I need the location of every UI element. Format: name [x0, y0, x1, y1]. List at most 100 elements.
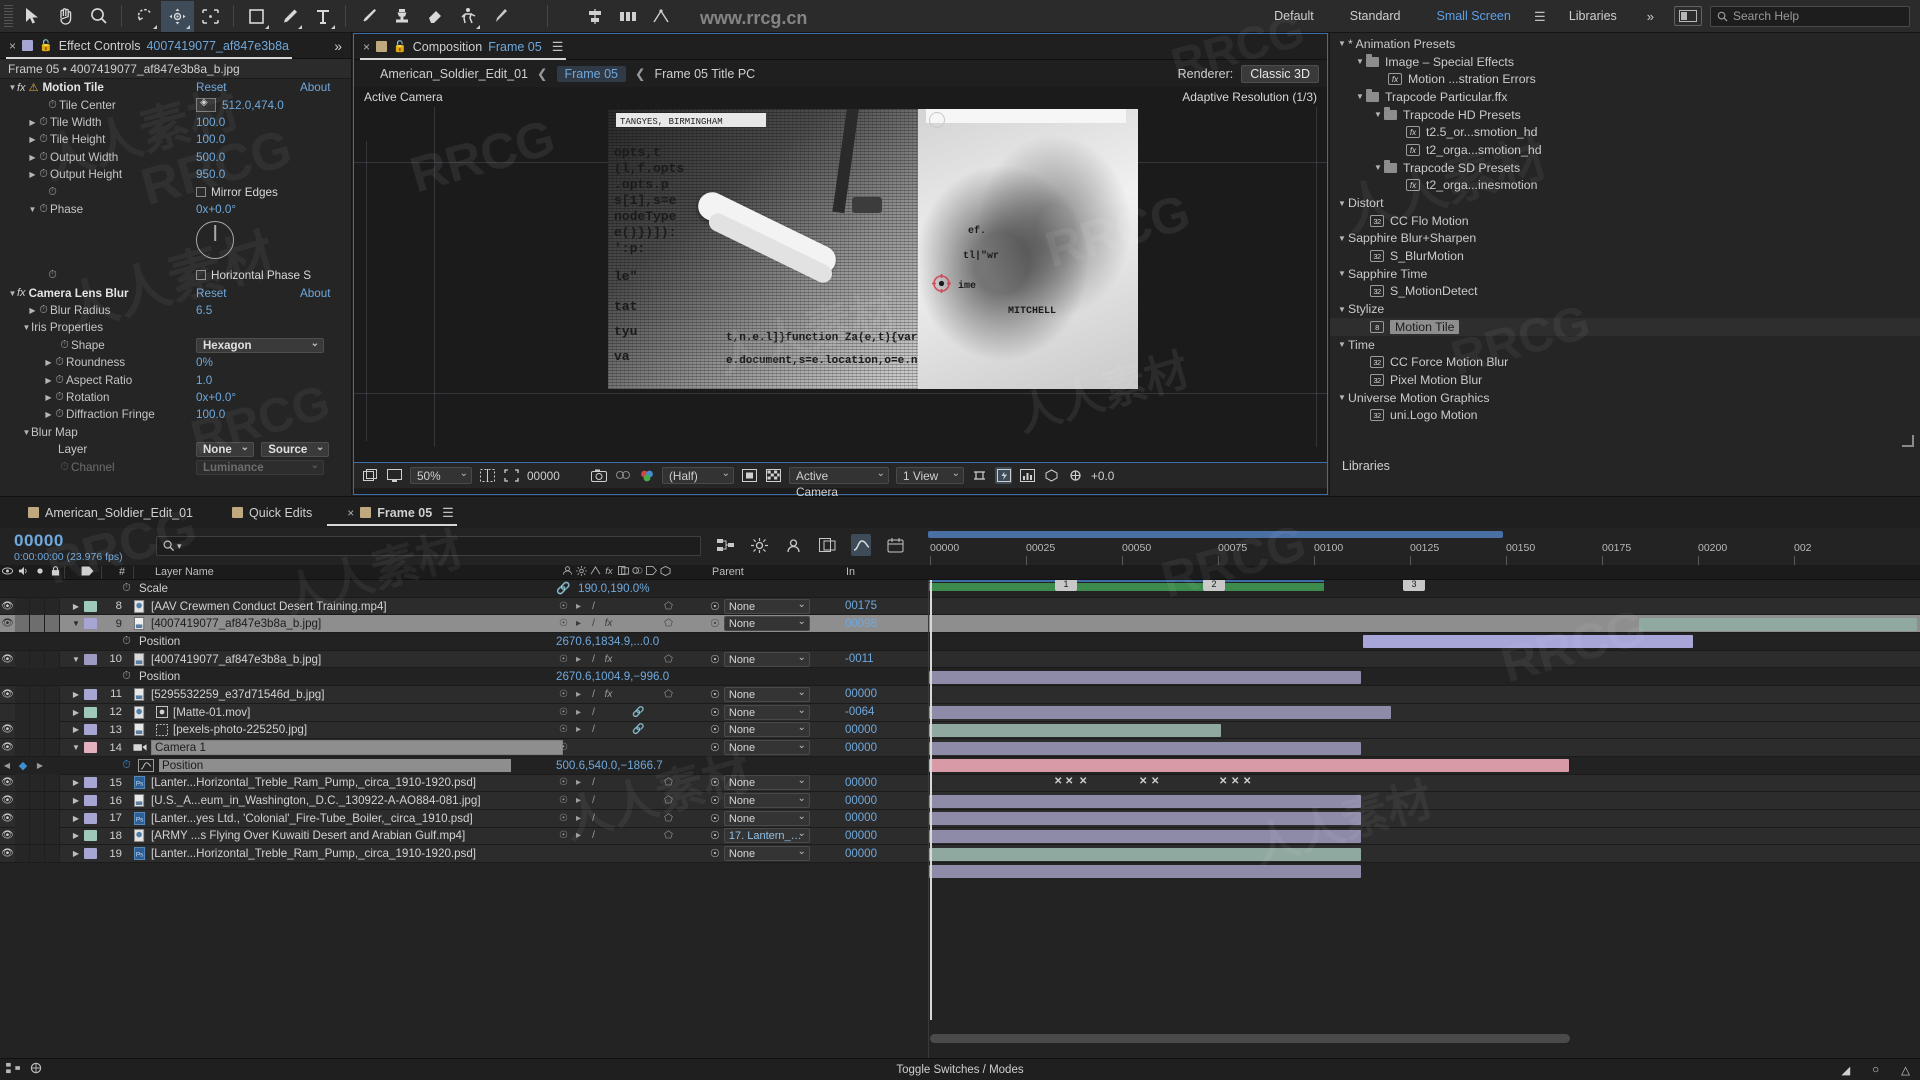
parent-control[interactable]: ☉ None — [710, 651, 810, 667]
comp-marker[interactable]: 1 — [1055, 580, 1077, 591]
workspace-small-screen[interactable]: Small Screen — [1418, 0, 1528, 33]
property-horizontal-phase-shift[interactable]: ⏱ Horizontal Phase S — [0, 267, 351, 284]
in-point[interactable]: 00175 — [845, 600, 877, 612]
property-value[interactable]: 0x+0.0° — [196, 391, 236, 404]
layer-color-swatch[interactable] — [84, 795, 97, 807]
property-value[interactable]: 100.0 — [196, 408, 225, 421]
switch-3d[interactable]: ⬠ — [661, 795, 676, 806]
switch-collapse[interactable]: ▸ — [571, 654, 586, 665]
zoom-out-icon[interactable]: ◢ — [1841, 1063, 1850, 1077]
screen-mode-icon[interactable] — [1674, 6, 1702, 26]
switch-quality[interactable]: / — [586, 601, 601, 612]
exposure-value[interactable]: +0.0 — [1091, 469, 1114, 483]
ep-effect-motion-tile[interactable]: 8 Motion Tile — [1330, 318, 1920, 336]
layer-switches[interactable]: ☉ ▸ / ⬠ — [556, 795, 676, 806]
property-tile-height[interactable]: ▶ ⏱ Tile Height 100.0 — [0, 131, 351, 148]
switch-collapse[interactable]: ▸ — [571, 724, 586, 735]
pickwhip-icon[interactable]: ☉ — [710, 688, 720, 701]
switch-collapse[interactable]: ▸ — [571, 795, 586, 806]
view-camera-dropdown[interactable]: Active Camera — [789, 466, 889, 499]
keyframe-track[interactable]: ✕ ✕ ✕ ✕ ✕ ✕ ✕ ✕ — [929, 775, 1920, 793]
switch-shy[interactable]: ☉ — [556, 795, 571, 806]
viewer-timecode[interactable]: 00000 — [527, 469, 583, 483]
video-toggle-icon[interactable]: 👁 — [0, 724, 15, 735]
property-value[interactable]: 2670.6,1004.9,−996.0 — [556, 670, 669, 683]
grid-guides-icon[interactable] — [479, 467, 496, 484]
video-toggle-icon[interactable]: 👁 — [0, 742, 15, 753]
ep-effect-s-blurmotion[interactable]: 32 S_BlurMotion — [1330, 247, 1920, 265]
disclosure-triangle-icon[interactable]: ▼ — [1336, 340, 1348, 349]
pickwhip-icon[interactable]: ☉ — [710, 829, 720, 842]
keyframe-toggle-icon[interactable]: ◆ — [14, 759, 32, 772]
disclosure-triangle-icon[interactable]: ▼ — [1372, 163, 1384, 172]
layer-color-swatch[interactable] — [84, 742, 97, 754]
pixel-aspect-correction-icon[interactable] — [971, 467, 988, 484]
disclosure-triangle-icon[interactable]: ▼ — [22, 428, 31, 437]
layer-name[interactable]: [ARMY ...s Flying Over Kuwaiti Desert an… — [151, 829, 465, 842]
disclosure-triangle-icon[interactable]: ▼ — [1336, 269, 1348, 278]
switch-3d[interactable]: ⬠ — [661, 601, 676, 612]
col-number[interactable]: # — [111, 566, 133, 578]
layer-name[interactable]: Camera 1 — [151, 740, 563, 756]
parent-control[interactable]: ☉ None — [710, 704, 810, 720]
switch-3d[interactable]: ⬠ — [661, 777, 676, 788]
layer-bar[interactable] — [929, 670, 1361, 684]
expand-layer-icon[interactable]: ▶ — [68, 708, 84, 717]
distribute-icon[interactable] — [611, 1, 644, 32]
stopwatch-icon[interactable]: ⏱ — [37, 168, 50, 181]
expand-layer-icon[interactable]: ▶ — [68, 778, 84, 787]
disclosure-triangle-icon[interactable]: ▶ — [28, 170, 37, 179]
stopwatch-icon[interactable]: ⏱ — [37, 116, 50, 129]
ep-folder-trapcode-hd-presets[interactable]: ▼ Trapcode HD Presets — [1330, 106, 1920, 124]
camera-anchor-point-icon[interactable] — [932, 274, 951, 293]
playhead[interactable] — [930, 580, 932, 1020]
layer-color-swatch[interactable] — [84, 830, 97, 842]
timeline-horizontal-scrollbar[interactable] — [930, 1034, 1906, 1043]
selection-tool[interactable] — [16, 1, 49, 32]
ep-effect-cc-force-motion-blur[interactable]: 32 CC Force Motion Blur — [1330, 353, 1920, 371]
disclosure-triangle-icon[interactable]: ▶ — [28, 306, 37, 315]
switch-quality[interactable]: / — [586, 689, 601, 700]
property-value[interactable]: 512.0,474.0 — [196, 97, 284, 113]
disclosure-triangle-icon[interactable]: ▼ — [1336, 393, 1348, 402]
pickwhip-icon[interactable]: ☉ — [710, 617, 720, 630]
layer-name[interactable]: [5295532259_e37d71546d_b.jpg] — [151, 688, 324, 701]
ep-group-time[interactable]: ▼ Time — [1330, 336, 1920, 354]
property-shape[interactable]: ⏱ Shape Hexagon — [0, 337, 351, 354]
timeline-track-area[interactable]: 1 2 3 ✕ ✕ ✕ ✕ ✕ ✕ ✕ ✕ — [928, 580, 1920, 1067]
switch-collapse[interactable]: ▸ — [571, 601, 586, 612]
stopwatch-icon[interactable]: ⏱ — [53, 391, 66, 404]
parent-control[interactable]: ☉ None — [710, 739, 810, 756]
align-icon[interactable] — [578, 1, 611, 32]
ep-folder-trapcode-particular[interactable]: ▼ Trapcode Particular.ffx — [1330, 88, 1920, 106]
timeline-graph-icon[interactable] — [1019, 467, 1036, 484]
switch-shy[interactable]: ☉ — [556, 654, 571, 665]
expand-layer-icon[interactable]: ▶ — [68, 690, 84, 699]
layer-bar[interactable] — [929, 723, 1221, 737]
layer-name[interactable]: [Matte-01.mov] — [173, 706, 250, 719]
panel-resize-handle-icon[interactable] — [1902, 435, 1914, 447]
ep-effect-s-motiondetect[interactable]: 32 S_MotionDetect — [1330, 283, 1920, 301]
layer-switches[interactable]: ☉ ▸ / fx ⬠ — [556, 689, 676, 700]
parent-dropdown[interactable]: None — [723, 845, 810, 862]
lock-icon[interactable]: 🔓 — [39, 39, 53, 52]
layer-bar[interactable] — [929, 812, 1361, 826]
pickwhip-icon[interactable]: ☉ — [710, 706, 720, 719]
parent-dropdown[interactable]: None — [723, 721, 810, 738]
stopwatch-icon[interactable]: ⏱ — [37, 203, 50, 216]
video-toggle-icon[interactable]: 👁 — [0, 813, 15, 824]
exposure-reset-icon[interactable] — [1067, 467, 1084, 484]
layer-color-swatch[interactable] — [84, 600, 97, 612]
property-output-width[interactable]: ▶ ⏱ Output Width 500.0 — [0, 149, 351, 166]
expand-layer-icon[interactable]: ▶ — [68, 849, 84, 858]
disclosure-triangle-icon[interactable]: ▼ — [1336, 199, 1348, 208]
property-value[interactable]: Hexagon — [196, 337, 324, 353]
video-toggle-icon[interactable]: 👁 — [0, 689, 15, 700]
col-parent[interactable]: Parent — [712, 566, 744, 578]
unified-camera-tool[interactable] — [161, 0, 194, 32]
property-rotation[interactable]: ▶ ⏱ Rotation 0x+0.0° — [0, 389, 351, 406]
property-roundness[interactable]: ▶ ⏱ Roundness 0% — [0, 354, 351, 371]
pickwhip-icon[interactable]: ☉ — [710, 653, 720, 666]
magnification-dropdown[interactable]: 50% — [410, 466, 472, 484]
auto-keyframe-icon[interactable] — [885, 534, 905, 556]
